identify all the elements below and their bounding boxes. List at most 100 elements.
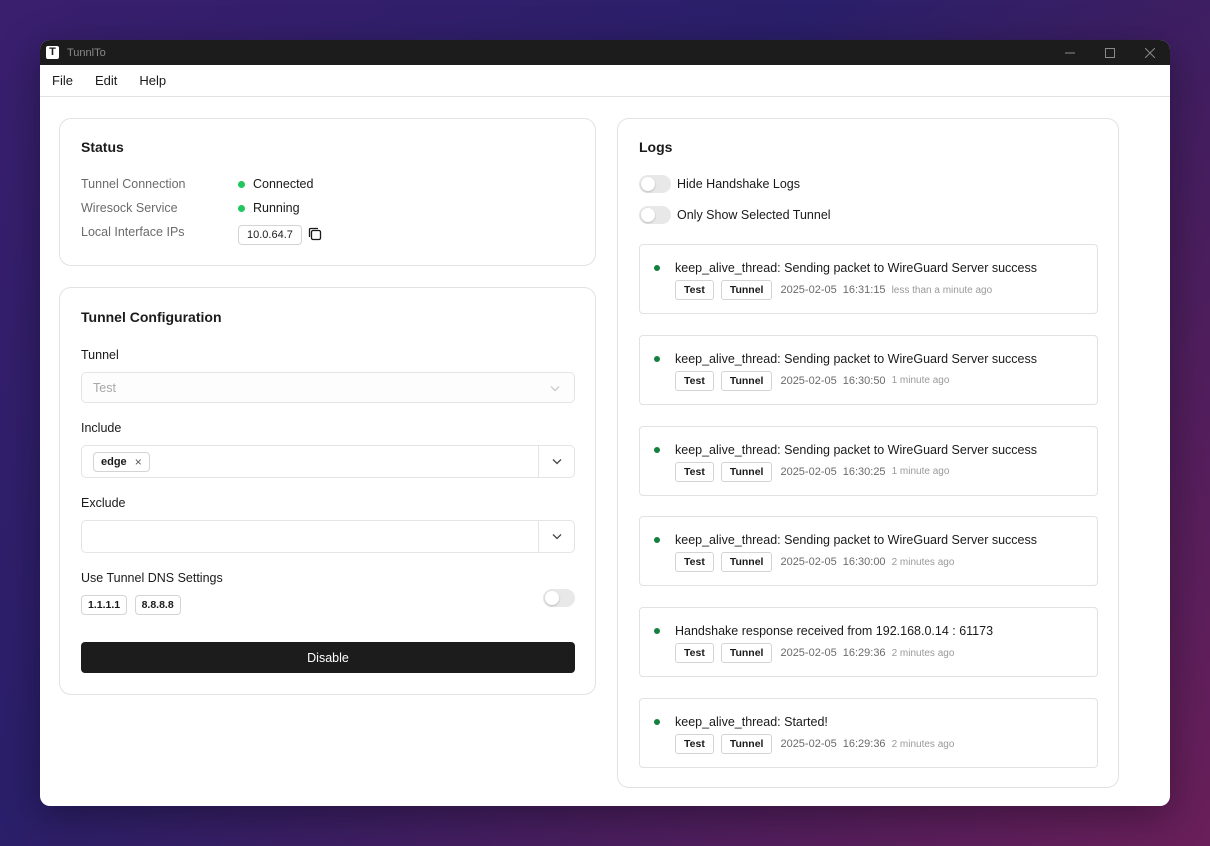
- log-meta: Test Tunnel 2025-02-05 16:29:36 2 minutes ag…: [675, 734, 954, 754]
- tunnel-config-title: Tunnel Configuration: [81, 309, 222, 325]
- wiresock-value: Running: [253, 201, 300, 215]
- log-entry: keep_alive_thread: Sending packet to Wir…: [639, 244, 1098, 314]
- disable-button[interactable]: Disable: [81, 642, 575, 673]
- log-status-dot-icon: [654, 355, 660, 362]
- close-icon: [1145, 47, 1155, 58]
- include-select[interactable]: edge ×: [81, 445, 575, 478]
- exclude-select[interactable]: [81, 520, 575, 553]
- log-tag-source: Tunnel: [720, 280, 773, 300]
- exclude-dropdown-toggle[interactable]: [538, 521, 574, 552]
- window-title: TunnlTo: [67, 46, 106, 59]
- menu-file[interactable]: File: [52, 73, 73, 88]
- dns-server-chip: 8.8.8.8: [134, 595, 181, 615]
- include-label: Include: [81, 421, 122, 435]
- log-meta: Test Tunnel 2025-02-05 16:31:15 less than a …: [675, 280, 992, 300]
- wiresock-status: Running: [238, 201, 300, 215]
- only-selected-toggle[interactable]: [639, 206, 671, 224]
- log-meta: Test Tunnel 2025-02-05 16:30:25 1 minute ago: [675, 461, 950, 482]
- dns-servers: 1.1.1.1 8.8.8.8: [81, 595, 184, 615]
- log-relative-time: 1 minute ago: [891, 375, 950, 387]
- log-date: 2025-02-05: [780, 465, 837, 478]
- log-entry: keep_alive_thread: Started! Test Tunnel 202…: [639, 698, 1098, 768]
- include-dropdown-toggle[interactable]: [538, 446, 574, 477]
- log-status-dot-icon: [654, 719, 660, 725]
- log-meta: Test Tunnel 2025-02-05 16:29:36 2 minutes ag…: [675, 643, 955, 664]
- menu-bar: File Edit Help: [40, 65, 1170, 97]
- tunnel-label: Tunnel: [81, 348, 119, 362]
- log-tag-source: Tunnel: [720, 370, 773, 391]
- log-tag-source: Tunnel: [720, 552, 773, 573]
- log-date: 2025-02-05: [780, 647, 837, 660]
- include-tag-label: edge: [101, 455, 127, 468]
- log-tag-source: Tunnel: [720, 461, 773, 482]
- log-entry: keep_alive_thread: Sending packet to Wir…: [639, 334, 1098, 405]
- app-window: T TunnlTo File Edit Help Status Tunnel C…: [40, 40, 1170, 806]
- log-status-dot-icon: [654, 265, 660, 271]
- log-entry: keep_alive_thread: Sending packet to Wir…: [639, 425, 1098, 496]
- tunnel-connection-label: Tunnel Connection: [81, 177, 186, 191]
- log-date: 2025-02-05: [780, 284, 837, 296]
- local-ip-chip: 10.0.64.7: [238, 225, 302, 245]
- close-button[interactable]: [1130, 40, 1170, 65]
- menu-help[interactable]: Help: [139, 73, 166, 88]
- hide-handshake-toggle[interactable]: [639, 175, 671, 193]
- log-message: keep_alive_thread: Started!: [675, 715, 828, 729]
- log-tag-tunnel-name: Test: [675, 280, 714, 300]
- app-logo: T: [46, 46, 59, 59]
- maximize-icon: [1105, 47, 1115, 58]
- log-time: 16:30:25: [842, 465, 886, 478]
- chevron-down-icon: [550, 386, 560, 392]
- title-bar[interactable]: T TunnlTo: [40, 40, 1170, 65]
- log-tag-tunnel-name: Test: [675, 643, 714, 664]
- log-time: 16:31:15: [842, 284, 886, 296]
- maximize-button[interactable]: [1090, 40, 1130, 65]
- dns-label: Use Tunnel DNS Settings: [81, 571, 223, 585]
- tunnel-connection-status: Connected: [238, 177, 313, 191]
- log-meta: Test Tunnel 2025-02-05 16:30:50 1 minute ago: [675, 370, 950, 391]
- log-relative-time: 2 minutes ago: [891, 556, 955, 568]
- tunnel-connection-value: Connected: [253, 177, 314, 191]
- minimize-icon: [1065, 52, 1075, 53]
- log-meta: Test Tunnel 2025-02-05 16:30:00 2 minutes ag…: [675, 552, 955, 573]
- tunnel-config-card: Tunnel Configuration Tunnel Test Include…: [59, 287, 596, 695]
- log-relative-time: 2 minutes ago: [891, 647, 955, 659]
- log-relative-time: 1 minute ago: [891, 466, 950, 478]
- log-time: 16:30:00: [842, 556, 886, 569]
- log-entry: keep_alive_thread: Sending packet to Wir…: [639, 516, 1098, 587]
- log-tag-tunnel-name: Test: [675, 552, 714, 573]
- log-time: 16:30:50: [842, 374, 886, 387]
- include-tag-edge: edge ×: [93, 451, 150, 472]
- only-selected-label: Only Show Selected Tunnel: [677, 208, 831, 222]
- log-relative-time: less than a minute ago: [891, 284, 993, 296]
- status-card: Status Tunnel Connection Connected Wires…: [59, 118, 596, 266]
- tunnel-select[interactable]: Test: [81, 372, 575, 403]
- log-date: 2025-02-05: [780, 556, 837, 569]
- log-status-dot-icon: [654, 537, 660, 544]
- exclude-label: Exclude: [81, 496, 126, 510]
- remove-tag-icon[interactable]: ×: [135, 455, 142, 469]
- log-message: Handshake response received from 192.168…: [675, 624, 994, 639]
- status-title: Status: [81, 139, 124, 155]
- log-message: keep_alive_thread: Sending packet to Wir…: [675, 442, 1037, 457]
- log-message: keep_alive_thread: Sending packet to Wir…: [675, 533, 1037, 548]
- log-message: keep_alive_thread: Sending packet to Wir…: [675, 351, 1037, 366]
- log-time: 16:29:36: [842, 738, 886, 750]
- status-dot-icon: [238, 204, 245, 212]
- status-dot-icon: [238, 180, 245, 188]
- copy-button[interactable]: [307, 226, 323, 242]
- window-controls: [1050, 40, 1170, 65]
- dns-toggle[interactable]: [543, 589, 575, 607]
- menu-edit[interactable]: Edit: [95, 73, 117, 88]
- local-ips-label: Local Interface IPs: [81, 225, 185, 239]
- log-time: 16:29:36: [842, 647, 886, 660]
- wiresock-label: Wiresock Service: [81, 201, 178, 215]
- hide-handshake-label: Hide Handshake Logs: [677, 177, 800, 191]
- log-message: keep_alive_thread: Sending packet to Wir…: [675, 261, 1037, 275]
- log-entry: Handshake response received from 192.168…: [639, 607, 1098, 678]
- log-tag-tunnel-name: Test: [675, 734, 714, 754]
- minimize-button[interactable]: [1050, 40, 1090, 65]
- chevron-down-icon: [552, 459, 561, 465]
- log-relative-time: 2 minutes ago: [891, 738, 955, 750]
- dns-server-chip: 1.1.1.1: [81, 595, 128, 615]
- log-status-dot-icon: [654, 628, 660, 635]
